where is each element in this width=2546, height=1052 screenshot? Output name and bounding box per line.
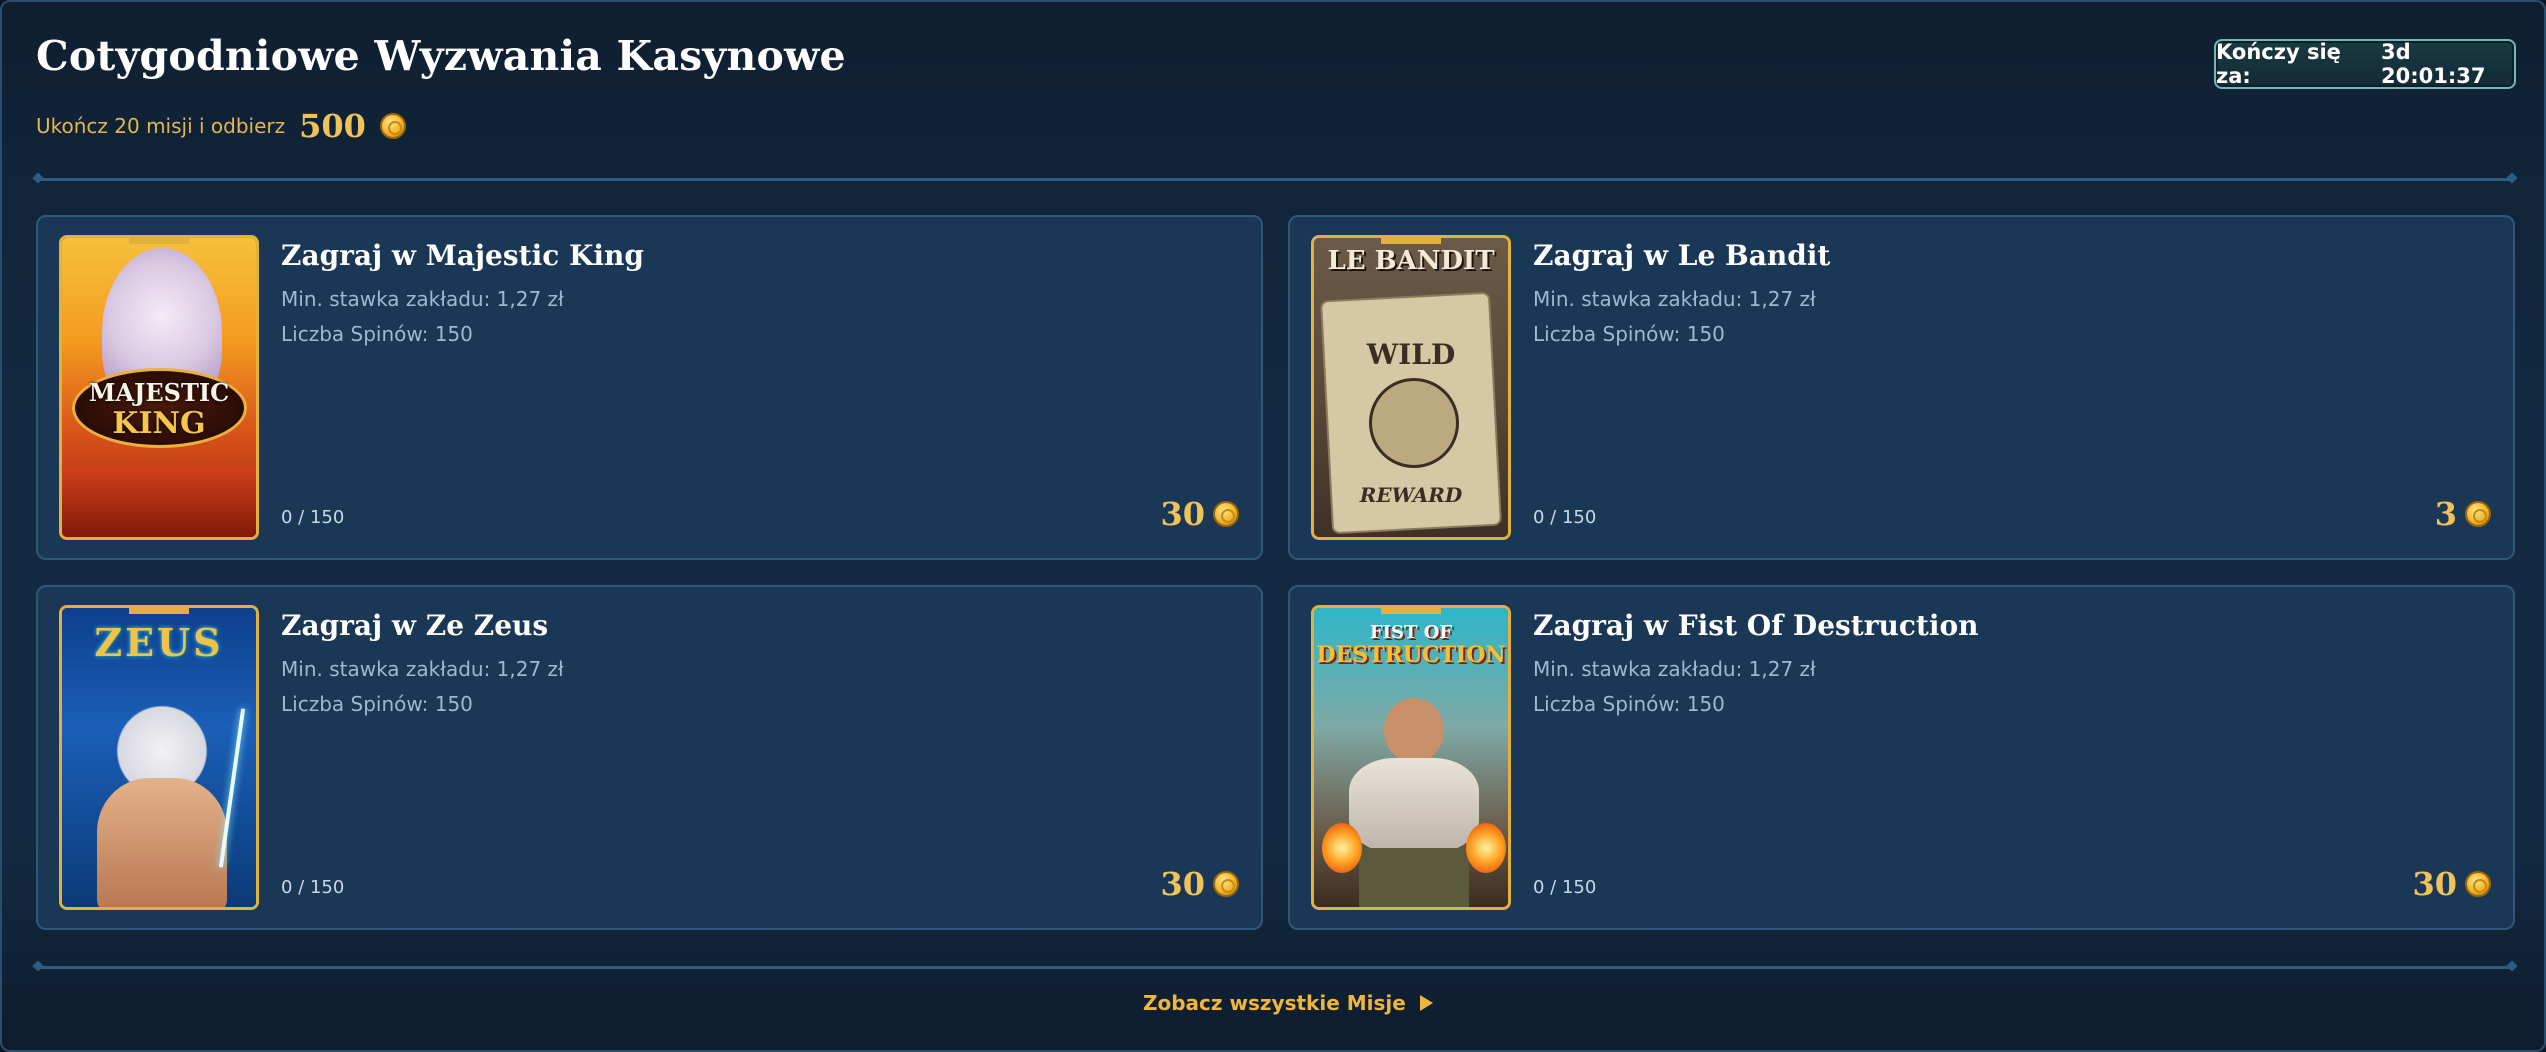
see-all-label: Zobacz wszystkie Misje <box>1143 991 1406 1015</box>
play-arrow-icon <box>1419 995 1433 1011</box>
countdown-timer: Kończy się za: 3d 20:01:37 <box>2214 39 2516 89</box>
thumb-text-line-1: LE BANDIT <box>1327 246 1495 276</box>
timer-label: Kończy się za: <box>2216 40 2341 88</box>
thumb-text-line-1: MAJESTIC <box>88 378 230 407</box>
coin-icon <box>1213 871 1239 897</box>
game-thumbnail-ze-zeus[interactable]: ZEUS <box>59 605 259 910</box>
mission-min-bet: Min. stawka zakładu: 1,27 zł <box>281 657 564 681</box>
top-divider <box>36 178 2514 181</box>
mission-progress: 0 / 150 <box>281 507 345 528</box>
mission-reward-amount: 3 <box>2434 495 2457 533</box>
mission-spins: Liczba Spinów: 150 <box>281 322 473 346</box>
mission-reward-amount: 30 <box>1160 495 1205 533</box>
mission-card[interactable]: MAJESTIC KING Zagraj w Majestic King Min… <box>36 215 1263 560</box>
thumb-text-line-2: DESTRUCTION <box>1316 642 1506 668</box>
page-title: Cotygodniowe Wyzwania Kasynowe <box>36 32 846 80</box>
thumb-text-line-1: FIST OF <box>1369 622 1453 643</box>
game-thumbnail-fist-of-destruction[interactable]: FIST OF DESTRUCTION <box>1311 605 1511 910</box>
mission-card[interactable]: ZEUS Zagraj w Ze Zeus Min. stawka zakład… <box>36 585 1263 930</box>
challenge-summary: Ukończ 20 misji i odbierz 500 <box>36 106 406 146</box>
bottom-divider <box>36 966 2514 969</box>
coin-icon <box>2465 501 2491 527</box>
mission-spins: Liczba Spinów: 150 <box>1533 322 1725 346</box>
mission-card[interactable]: LE BANDIT WILD REWARD Zagraj w Le Bandit… <box>1288 215 2515 560</box>
mission-progress: 0 / 150 <box>1533 877 1597 898</box>
mission-spins: Liczba Spinów: 150 <box>281 692 473 716</box>
thumb-text-line-2: KING <box>112 406 206 441</box>
mission-title: Zagraj w Fist Of Destruction <box>1533 609 1979 642</box>
mission-reward-amount: 30 <box>2412 865 2457 903</box>
see-all-missions-link[interactable]: Zobacz wszystkie Misje <box>1143 988 1433 1018</box>
mission-reward: 30 <box>1160 865 1239 903</box>
summary-reward-amount: 500 <box>299 107 366 145</box>
weekly-challenges-panel: Cotygodniowe Wyzwania Kasynowe Ukończ 20… <box>0 0 2546 1052</box>
mission-card[interactable]: FIST OF DESTRUCTION Zagraj w Fist Of Des… <box>1288 585 2515 930</box>
mission-progress: 0 / 150 <box>281 877 345 898</box>
mission-progress: 0 / 150 <box>1533 507 1597 528</box>
coin-icon <box>379 113 406 139</box>
timer-value: 3d 20:01:37 <box>2381 40 2486 88</box>
mission-reward: 3 <box>2435 495 2491 533</box>
summary-text: Ukończ 20 misji i odbierz <box>36 114 286 138</box>
thumb-text-line-2: WILD <box>1366 338 1456 371</box>
game-thumbnail-majestic-king[interactable]: MAJESTIC KING <box>59 235 259 540</box>
mission-spins: Liczba Spinów: 150 <box>1533 692 1725 716</box>
mission-min-bet: Min. stawka zakładu: 1,27 zł <box>1533 657 1816 681</box>
coin-icon <box>2465 871 2491 897</box>
mission-reward: 30 <box>2412 865 2491 903</box>
mission-title: Zagraj w Ze Zeus <box>281 609 549 642</box>
mission-title: Zagraj w Le Bandit <box>1533 239 1831 272</box>
mission-reward: 30 <box>1160 495 1239 533</box>
mission-reward-amount: 30 <box>1160 865 1205 903</box>
game-thumbnail-le-bandit[interactable]: LE BANDIT WILD REWARD <box>1311 235 1511 540</box>
mission-min-bet: Min. stawka zakładu: 1,27 zł <box>281 287 564 311</box>
coin-icon <box>1213 501 1239 527</box>
mission-min-bet: Min. stawka zakładu: 1,27 zł <box>1533 287 1816 311</box>
thumb-text-line-1: ZEUS <box>94 620 224 665</box>
thumb-text-line-3: REWARD <box>1359 483 1463 507</box>
mission-title: Zagraj w Majestic King <box>281 239 644 272</box>
